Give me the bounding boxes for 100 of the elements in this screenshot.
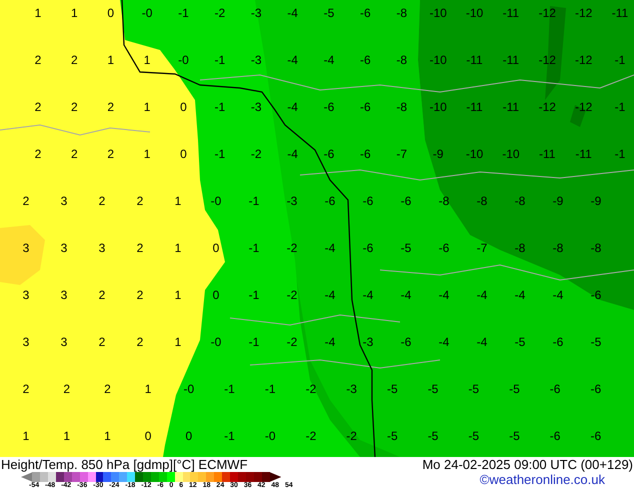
temperature-label: 2 xyxy=(136,194,144,208)
temperature-label: 0 xyxy=(179,147,188,161)
temperature-label: -1 xyxy=(214,100,226,114)
temperature-label: -12 xyxy=(574,6,594,20)
temperature-label: 1 xyxy=(142,53,152,67)
temperature-label: -3 xyxy=(250,100,263,114)
temperature-label: -1 xyxy=(248,335,260,349)
temperature-label: -5 xyxy=(322,6,336,20)
temperature-label: -6 xyxy=(438,241,450,255)
temperature-label: 1 xyxy=(174,335,182,349)
temperature-label: 1 xyxy=(142,147,152,161)
temperature-label: -12 xyxy=(574,100,594,114)
temperature-label: -2 xyxy=(286,335,298,349)
temperature-label: -4 xyxy=(438,288,450,302)
temperature-label: -6 xyxy=(548,429,562,443)
temperature-label: -3 xyxy=(345,382,358,396)
temperature-label: -5 xyxy=(467,382,480,396)
temperature-label: 1 xyxy=(103,429,112,443)
temperature-label: -8 xyxy=(395,53,408,67)
temperature-label: -11 xyxy=(610,6,630,20)
temperature-label: -12 xyxy=(538,6,557,20)
temperature-label: -4 xyxy=(286,100,299,114)
temperature-label: -2 xyxy=(345,429,358,443)
temperature-label: -12 xyxy=(538,100,557,114)
temperature-label: -4 xyxy=(514,288,526,302)
temperature-label: 3 xyxy=(22,241,30,255)
temperature-label: -12 xyxy=(574,53,594,67)
temperature-label: -4 xyxy=(324,241,336,255)
temperature-label: -5 xyxy=(508,382,521,396)
temperature-label: -3 xyxy=(286,194,298,208)
temperature-label: 3 xyxy=(98,241,106,255)
temperature-label: -11 xyxy=(502,100,520,114)
temperature-label: -6 xyxy=(359,6,372,20)
temperature-label: -4 xyxy=(552,288,564,302)
temperature-label: 1 xyxy=(106,53,116,67)
temperature-label: -5 xyxy=(514,335,526,349)
temperature-label: -1 xyxy=(614,100,626,114)
temperature-label: 2 xyxy=(70,53,79,67)
temperature-label: -7 xyxy=(395,147,408,161)
temperature-label: 0 xyxy=(179,100,188,114)
temperature-label: -2 xyxy=(250,147,263,161)
temperature-label: -11 xyxy=(538,147,556,161)
temperature-label: 0 xyxy=(106,6,116,20)
temperature-label: -8 xyxy=(552,241,564,255)
temperature-label: -10 xyxy=(464,147,484,161)
temperature-label: 2 xyxy=(34,147,42,161)
temperature-label: 1 xyxy=(70,6,79,20)
temperature-label: -8 xyxy=(514,241,526,255)
temperature-label: 0 xyxy=(212,288,220,302)
temperature-label: -6 xyxy=(324,194,336,208)
credit-link[interactable]: ©weatheronline.co.uk xyxy=(480,472,633,487)
temperature-label: -10 xyxy=(428,6,448,20)
temperature-label: -6 xyxy=(590,429,602,443)
temperature-label: -4 xyxy=(400,288,412,302)
temperature-label: 2 xyxy=(136,241,144,255)
temperature-label: -8 xyxy=(395,6,408,20)
temperature-label: -5 xyxy=(426,429,440,443)
temperature-label: -6 xyxy=(548,382,562,396)
temperature-label: 1 xyxy=(144,382,152,396)
temperature-label: -7 xyxy=(476,241,488,255)
temperature-label: -1 xyxy=(264,382,277,396)
temperature-label: 2 xyxy=(34,100,42,114)
temperature-label: 1 xyxy=(174,241,182,255)
forecast-time: Mo 24-02-2025 09:00 UTC (00+129) xyxy=(422,457,633,472)
temperature-label: -8 xyxy=(590,241,602,255)
temperature-label: 3 xyxy=(60,335,68,349)
temperature-label: -11 xyxy=(502,53,520,67)
temperature-label: 1 xyxy=(174,288,182,302)
temperature-label: -8 xyxy=(476,194,488,208)
temperature-label: -2 xyxy=(304,429,318,443)
temperature-label: -1 xyxy=(614,53,626,67)
temperature-label: -1 xyxy=(248,194,260,208)
temperature-label: 2 xyxy=(136,288,144,302)
temperature-label: 0 xyxy=(144,429,152,443)
temperature-label: -6 xyxy=(362,241,374,255)
temperature-label: -3 xyxy=(362,335,374,349)
temperature-label: 2 xyxy=(106,100,116,114)
temperature-label: -6 xyxy=(552,335,564,349)
temperature-label: -2 xyxy=(214,6,226,20)
temperature-label: -2 xyxy=(304,382,318,396)
temperature-label: -10 xyxy=(464,6,484,20)
temperature-label: -6 xyxy=(322,147,336,161)
temperature-label: 2 xyxy=(103,382,112,396)
temperature-label: -6 xyxy=(359,53,372,67)
temperature-label: -6 xyxy=(359,100,372,114)
temperature-label: -6 xyxy=(359,147,372,161)
temperature-label: 2 xyxy=(70,147,79,161)
temperature-label: -6 xyxy=(590,382,602,396)
temperature-label: -5 xyxy=(508,429,521,443)
temperature-label: -1 xyxy=(214,53,226,67)
temperature-label: -1 xyxy=(177,6,190,20)
temperature-label: -9 xyxy=(590,194,602,208)
temperature-label: 2 xyxy=(70,100,79,114)
temperature-label: 2 xyxy=(22,194,30,208)
temperature-label: -5 xyxy=(590,335,602,349)
temperature-label: 2 xyxy=(98,194,106,208)
temperature-label: -1 xyxy=(248,241,260,255)
temperature-label: -9 xyxy=(432,147,444,161)
temperature-label: -5 xyxy=(400,241,412,255)
temperature-label: -6 xyxy=(322,100,336,114)
